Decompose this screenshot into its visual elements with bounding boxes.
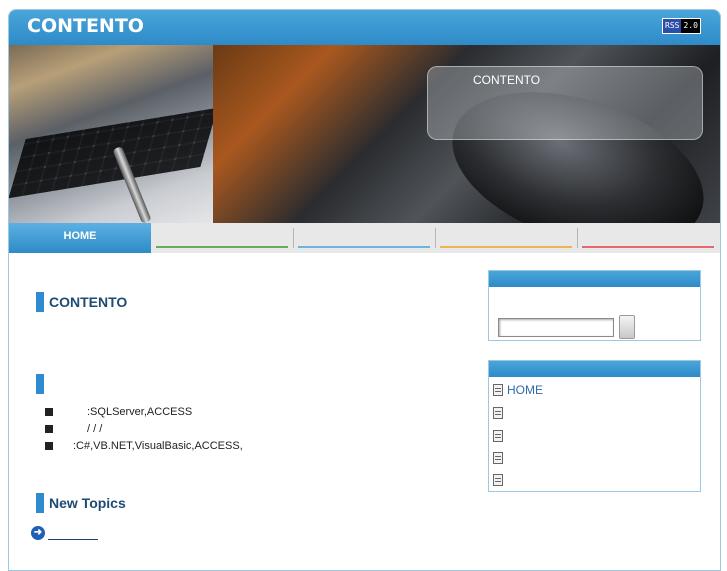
- topic-item[interactable]: ➜: [31, 525, 98, 541]
- nav-underline: [298, 246, 430, 248]
- list-item-text: / / /: [87, 423, 103, 435]
- list-item: :SQLServer,ACCESS: [45, 405, 192, 419]
- document-icon: [493, 430, 503, 442]
- document-icon: [493, 407, 503, 419]
- nav-item-2[interactable]: [151, 223, 293, 253]
- list-item: / / /: [45, 422, 102, 436]
- document-icon: [493, 452, 503, 464]
- site-title[interactable]: CONTENTO: [27, 15, 144, 37]
- list-item-text: :SQLServer,ACCESS: [87, 406, 193, 418]
- search-box: [488, 270, 701, 341]
- nav-item-3[interactable]: [293, 223, 435, 253]
- menu-box: HOME: [488, 360, 701, 492]
- rss-badge[interactable]: RSS 2.0: [662, 18, 701, 34]
- section-title-contento: CONTENTO: [36, 292, 127, 312]
- main-nav: HOME: [9, 223, 720, 253]
- page-frame: CONTENTO RSS 2.0 CONTENTO HOME CONTENTO: [8, 9, 721, 571]
- search-box-header: [489, 271, 700, 287]
- nav-underline: [440, 246, 572, 248]
- hero-panel-title: CONTENTO: [473, 73, 541, 87]
- nav-item-home[interactable]: HOME: [9, 223, 151, 253]
- sidebar-item-4[interactable]: [493, 449, 507, 467]
- bullet-square: [45, 408, 53, 417]
- nav-underline: [156, 246, 288, 248]
- rss-badge-version: 2.0: [681, 19, 700, 33]
- menu-box-header: [489, 361, 700, 377]
- header-bar: CONTENTO RSS 2.0: [9, 10, 720, 45]
- section-title-blank: [36, 374, 49, 394]
- hero-panel: CONTENTO: [427, 66, 703, 140]
- sidebar-item-2[interactable]: [493, 404, 507, 422]
- bullet-square: [45, 425, 53, 434]
- search-input[interactable]: [498, 318, 614, 337]
- nav-underline: [582, 246, 714, 248]
- arrow-right-icon: ➜: [31, 526, 45, 540]
- topic-link[interactable]: [48, 527, 98, 540]
- list-item-text: :C#,VB.NET,VisualBasic,ACCESS,: [73, 440, 243, 452]
- nav-item-4[interactable]: [435, 223, 577, 253]
- bullet-square: [45, 442, 53, 451]
- sidebar-item-5[interactable]: [493, 471, 507, 489]
- rss-badge-label: RSS: [663, 19, 682, 33]
- sidebar-item-label: HOME: [507, 383, 543, 397]
- main-content: CONTENTO :SQLServer,ACCESS / / / :C#,VB.…: [9, 253, 720, 553]
- section-title-new-topics: New Topics: [36, 493, 126, 513]
- sidebar-item-home[interactable]: HOME: [493, 381, 543, 399]
- sidebar-item-3[interactable]: [493, 427, 507, 445]
- hero-laptop-image: [9, 45, 218, 223]
- document-icon: [493, 474, 503, 486]
- search-button[interactable]: [619, 315, 635, 339]
- nav-item-5[interactable]: [577, 223, 719, 253]
- list-item: :C#,VB.NET,VisualBasic,ACCESS,: [45, 439, 243, 453]
- hero-banner: CONTENTO: [9, 45, 720, 223]
- document-icon: [493, 384, 503, 396]
